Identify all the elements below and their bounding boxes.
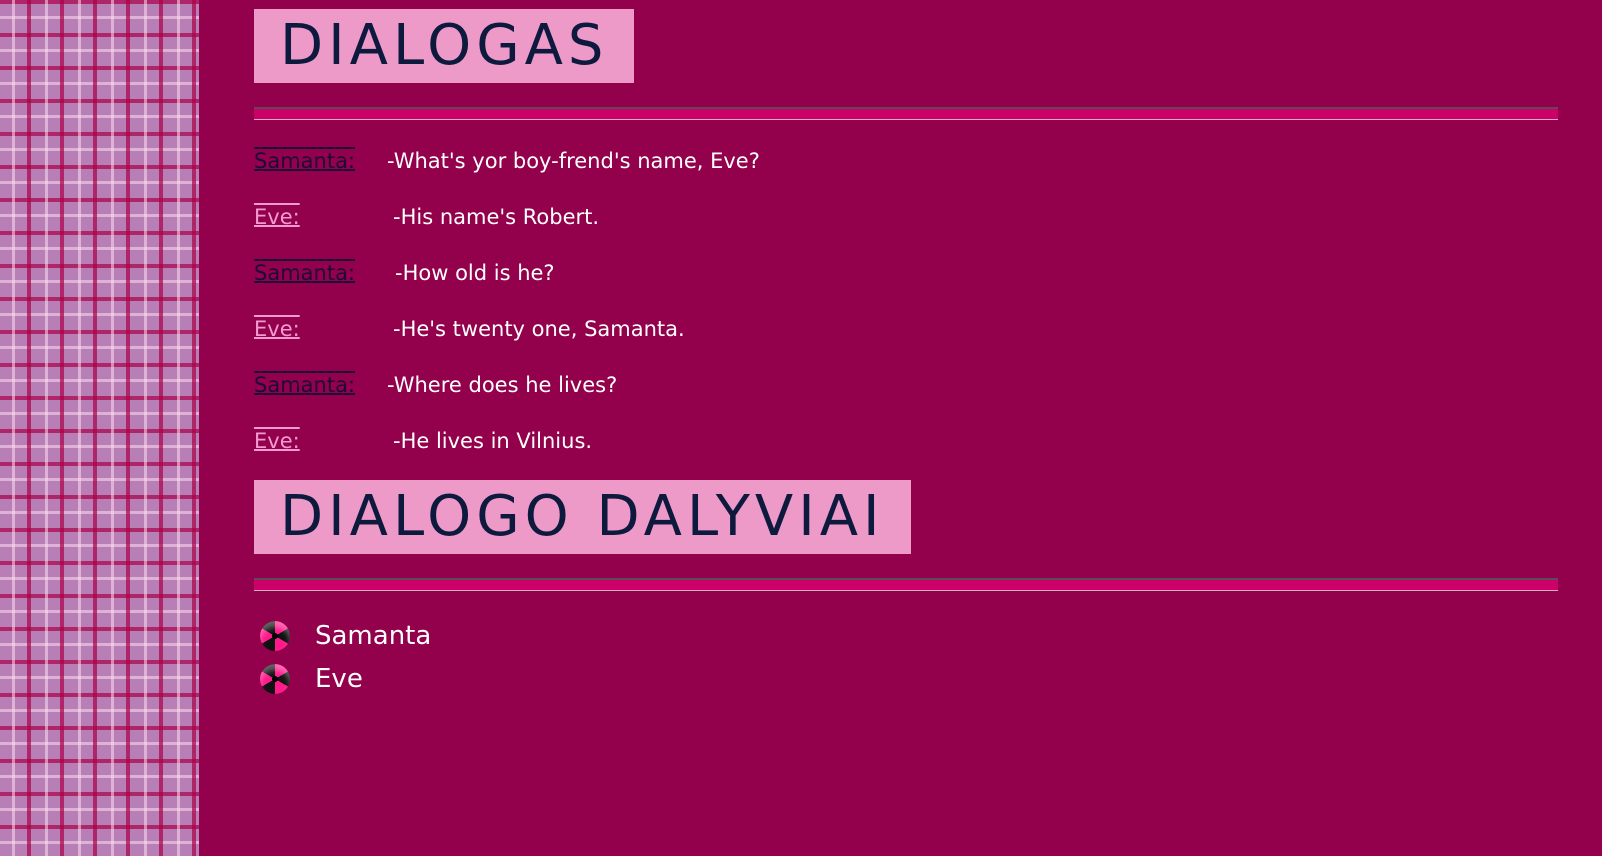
dialog-line: -His name's Robert. (393, 205, 600, 229)
dialog-line: -He lives in Vilnius. (393, 429, 593, 453)
dialog-line: -He's twenty one, Samanta. (393, 317, 685, 341)
page-title: DIALOGAS (254, 9, 635, 83)
participant-name: Samanta (315, 621, 432, 651)
participant-name: Eve (315, 664, 363, 694)
speaker-link[interactable]: Eve: (254, 426, 300, 456)
section-title: DIALOGO DALYVIAI (254, 480, 911, 554)
speaker-link[interactable]: Samanta: (254, 146, 355, 176)
dialog-line: -Where does he lives? (387, 373, 618, 397)
speaker-link[interactable]: Samanta: (254, 370, 355, 400)
dialog-line: -What's yor boy-frend's name, Eve? (387, 149, 760, 173)
radiation-bullet-icon (260, 621, 290, 651)
plaid-sidebar (0, 0, 199, 856)
speaker-link[interactable]: Eve: (254, 202, 300, 232)
radiation-bullet-icon (260, 664, 290, 694)
speaker-link[interactable]: Samanta: (254, 258, 355, 288)
dialog-line: -How old is he? (395, 261, 555, 285)
divider (254, 578, 1558, 591)
speaker-link[interactable]: Eve: (254, 314, 300, 344)
divider (254, 107, 1558, 120)
